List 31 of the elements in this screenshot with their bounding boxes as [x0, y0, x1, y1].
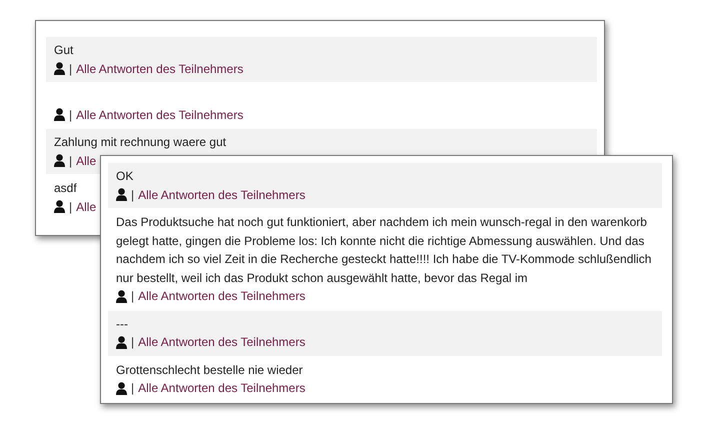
participant-answers-link[interactable]: Alle Antworten des Teilnehmers	[76, 60, 244, 78]
participant-answers-link[interactable]: Alle Antworten des Teilnehmers	[138, 379, 306, 398]
participant-answers-link[interactable]: Alle Antworten des Teilnehmers	[138, 333, 306, 352]
person-icon	[116, 336, 127, 349]
separator: |	[69, 198, 72, 216]
person-icon	[54, 62, 65, 76]
participant-answers-link[interactable]: Alle	[76, 198, 96, 216]
person-icon	[116, 290, 127, 303]
answer-text: Grottenschlecht bestelle nie wieder	[116, 362, 303, 378]
answer-text: Zahlung mit rechnung waere gut	[54, 134, 226, 151]
person-icon	[116, 382, 127, 395]
separator: |	[131, 288, 134, 305]
separator: |	[131, 186, 134, 204]
person-icon	[54, 200, 65, 214]
participant-answers-link[interactable]: Alle	[76, 152, 96, 170]
participant-answers-link[interactable]: Alle Antworten des Teilnehmers	[138, 186, 306, 204]
answer-text: Das Produktsuche hat noch gut funktioniert, aber nachdem ich mein wunsch-regal in den warenkorb gelegt hatte, gingen die Probleme los: Ich konnte nicht die richtige Abmessung auswählen. Und das nachdem ich so viel Zeit in die Recherche gesteckt hatte!!!! Ich habe die TV-Kommode schlußendlich nur bestellt, weil ich das Produkt schon ausgewählt hatte, bevor das Regal im	[116, 214, 652, 286]
person-icon	[54, 154, 65, 168]
person-icon	[54, 108, 65, 122]
separator: |	[69, 152, 72, 170]
separator: |	[131, 380, 134, 397]
participant-answers-link[interactable]: Alle Antworten des Teilnehmers	[76, 106, 244, 124]
participant-answers-link[interactable]: Alle Antworten des Teilnehmers	[138, 287, 306, 306]
answer-text: asdf	[54, 180, 77, 197]
answer-text: Gut	[54, 42, 74, 59]
separator: |	[131, 334, 134, 351]
answer-text: OK	[116, 168, 134, 185]
person-icon	[116, 188, 127, 202]
separator: |	[69, 106, 72, 124]
separator: |	[69, 60, 72, 78]
answer-text: ---	[116, 316, 128, 332]
